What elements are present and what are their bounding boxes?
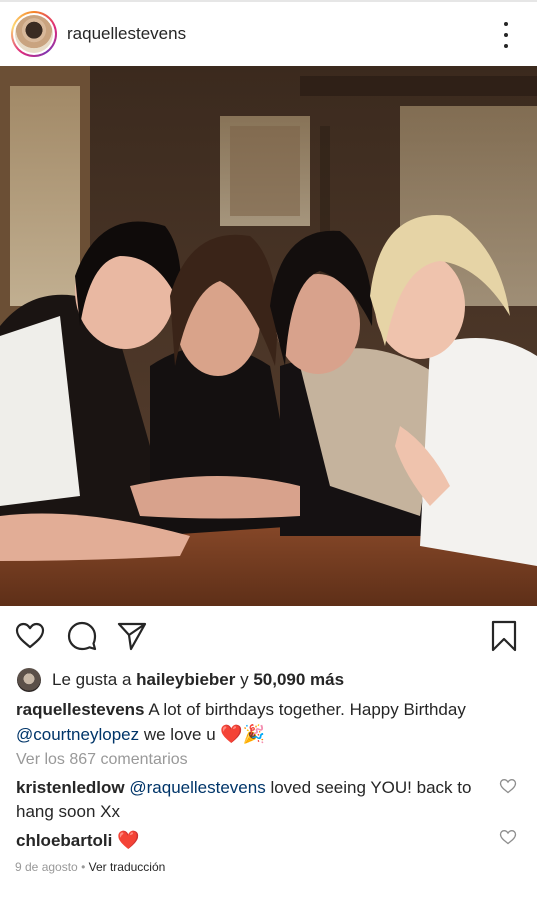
bookmark-icon[interactable] xyxy=(488,620,520,652)
comment-username[interactable]: kristenledlow xyxy=(16,778,125,797)
heart-outline-icon[interactable] xyxy=(14,620,46,652)
caption-text-1: A lot of birthdays together. Happy Birth… xyxy=(148,700,466,719)
vertical-dots-icon[interactable] xyxy=(496,22,516,48)
comment-item: kristenledlow @raquellestevens loved see… xyxy=(16,776,486,824)
comment-mention[interactable]: @raquellestevens xyxy=(129,778,265,797)
comment-like-heart-icon[interactable] xyxy=(499,829,517,845)
caption-emojis: ❤️🎉 xyxy=(220,724,266,744)
post-date: 9 de agosto xyxy=(15,860,78,874)
post-actions xyxy=(0,606,537,666)
profile-avatar[interactable] xyxy=(11,11,57,57)
liker-username[interactable]: haileybieber xyxy=(136,670,235,690)
caption-username[interactable]: raquellestevens xyxy=(16,700,145,719)
likes-count[interactable]: 50,090 más xyxy=(253,670,344,690)
post-username[interactable]: raquellestevens xyxy=(67,24,186,44)
paper-plane-icon[interactable] xyxy=(116,620,148,652)
post-header: raquellestevens xyxy=(0,2,537,66)
caption-mention[interactable]: @courtneylopez xyxy=(16,725,139,744)
likes-summary[interactable]: Le gusta a haileybieber y 50,090 más xyxy=(17,667,344,693)
post-meta: 9 de agosto • Ver traducción xyxy=(15,860,165,874)
meta-separator: • xyxy=(81,860,86,874)
liker-avatar xyxy=(17,668,41,692)
comment-username[interactable]: chloebartoli xyxy=(16,831,112,850)
comment-like-heart-icon[interactable] xyxy=(499,778,517,794)
comment-bubble-icon[interactable] xyxy=(66,620,98,652)
comment-item: chloebartoli ❤️ xyxy=(16,828,486,853)
likes-prefix: Le gusta a xyxy=(52,670,132,689)
post-caption: raquellestevens A lot of birthdays toget… xyxy=(16,698,516,747)
post-photo[interactable] xyxy=(0,66,537,606)
comment-text: ❤️ xyxy=(117,830,140,850)
view-all-comments-link[interactable]: Ver los 867 comentarios xyxy=(16,751,188,769)
likes-connector: y xyxy=(240,670,249,689)
caption-text-2: we love u xyxy=(143,725,216,744)
translate-link[interactable]: Ver traducción xyxy=(89,860,166,874)
